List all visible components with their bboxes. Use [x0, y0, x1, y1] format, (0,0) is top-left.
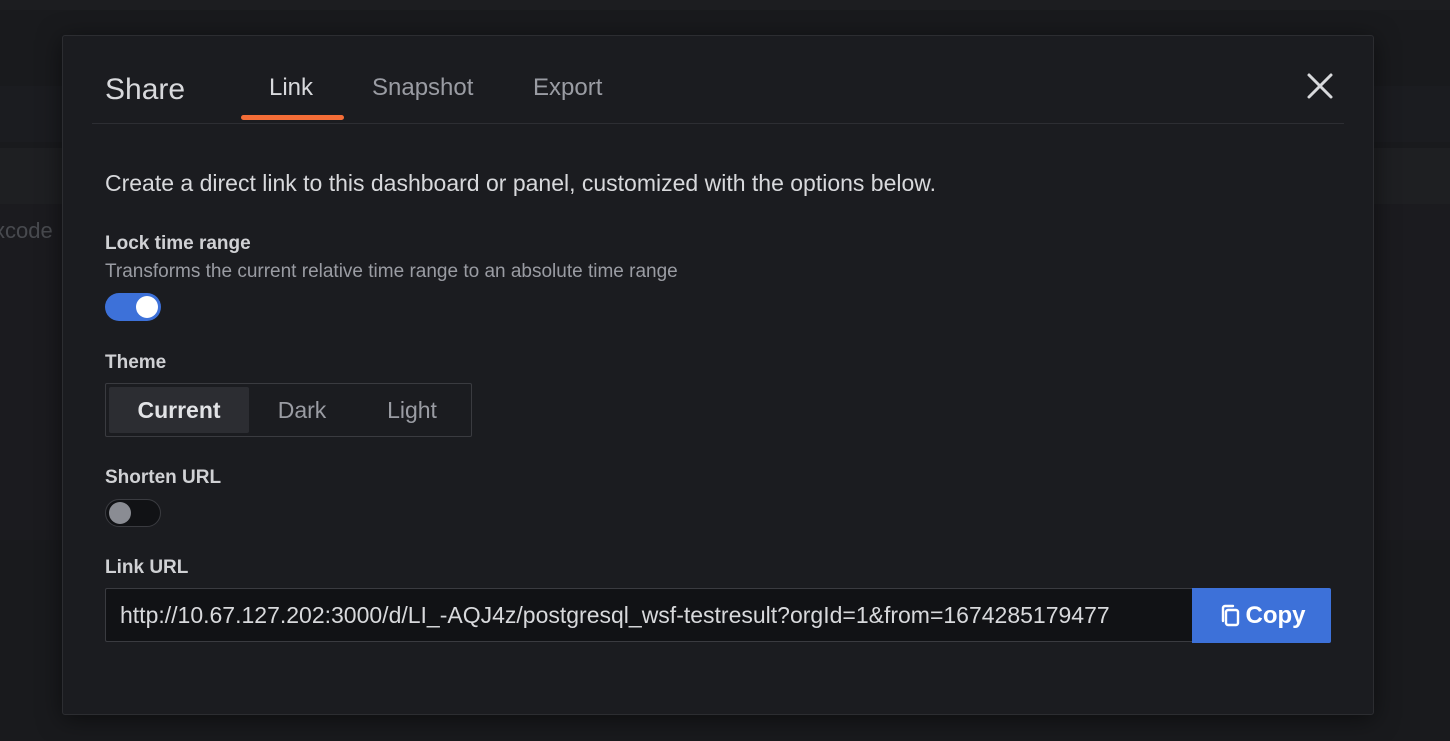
shorten-url-toggle[interactable] [105, 499, 161, 527]
toggle-knob [136, 296, 158, 318]
lock-time-range-description: Transforms the current relative time ran… [105, 261, 678, 282]
copy-icon [1221, 604, 1239, 626]
tab-snapshot[interactable]: Snapshot [372, 74, 473, 102]
theme-option-dark[interactable]: Dark [252, 387, 352, 433]
shorten-url-label: Shorten URL [105, 467, 222, 488]
active-tab-indicator [241, 115, 344, 120]
copy-button[interactable]: Copy [1192, 588, 1331, 643]
tab-link[interactable]: Link [269, 74, 313, 102]
share-description: Create a direct link to this dashboard o… [105, 170, 937, 196]
tab-export[interactable]: Export [533, 74, 602, 102]
lock-time-range-label: Lock time range [105, 233, 251, 254]
share-modal: Share Link Snapshot Export Create a dire… [62, 35, 1374, 715]
modal-header: Share Link Snapshot Export [92, 36, 1344, 124]
link-url-label: Link URL [105, 557, 189, 578]
theme-radio-group: Current Dark Light [105, 383, 472, 437]
close-button[interactable] [1304, 70, 1336, 102]
modal-title: Share [105, 73, 186, 106]
link-url-field[interactable] [105, 588, 1192, 642]
lock-time-range-toggle[interactable] [105, 293, 161, 321]
theme-label: Theme [105, 352, 167, 373]
close-icon [1307, 73, 1333, 99]
copy-button-label: Copy [1245, 601, 1306, 629]
toggle-knob [109, 502, 131, 524]
theme-option-current[interactable]: Current [109, 387, 249, 433]
link-url-input[interactable] [106, 589, 1192, 641]
theme-option-light[interactable]: Light [358, 387, 466, 433]
